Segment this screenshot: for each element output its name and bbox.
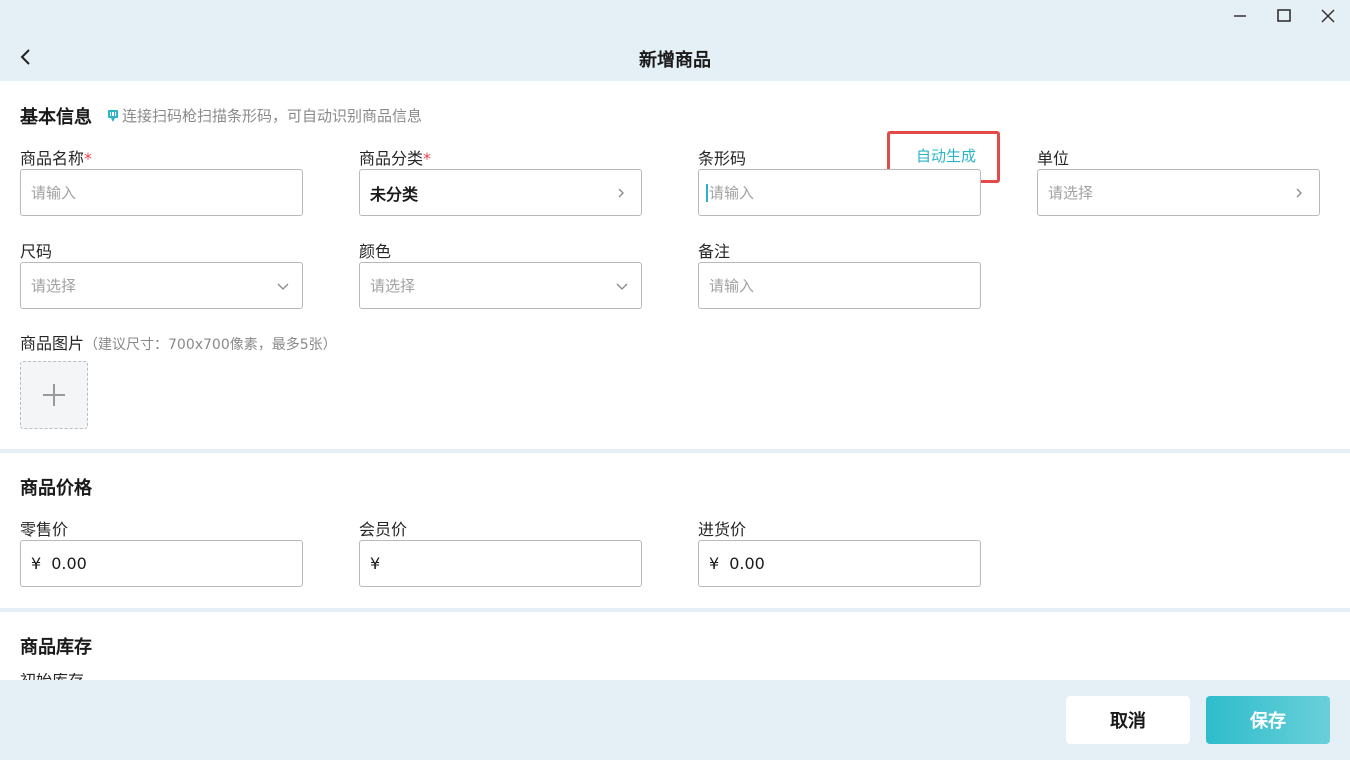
- chevron-down-icon: [277, 283, 289, 290]
- images-hint: （建议尺寸：700x700像素，最多5张）: [84, 337, 337, 353]
- category-value: 未分类: [370, 184, 419, 204]
- initial-stock-label: 初始库存: [20, 673, 84, 680]
- member-price-label: 会员价: [359, 520, 408, 539]
- add-image-button[interactable]: [20, 361, 88, 429]
- size-label: 尺码: [20, 242, 53, 261]
- stock-section: 商品库存 初始库存: [0, 612, 1350, 680]
- page-title: 新增商品: [639, 50, 711, 71]
- currency-symbol: ¥: [370, 554, 381, 573]
- basic-info-title: 基本信息: [20, 107, 92, 128]
- retail-price-label: 零售价: [20, 520, 69, 539]
- images-label: 商品图片（建议尺寸：700x700像素，最多5张）: [20, 330, 337, 354]
- stock-title: 商品库存: [20, 637, 92, 658]
- name-label: 商品名称*: [20, 145, 92, 169]
- chevron-right-icon: [1296, 188, 1302, 198]
- price-title: 商品价格: [20, 478, 92, 499]
- purchase-price-input[interactable]: ¥ 0.00: [698, 540, 981, 587]
- scan-hint-text: 连接扫码枪扫描条形码，可自动识别商品信息: [122, 107, 423, 125]
- scanner-icon: [106, 109, 120, 123]
- title-bar: 新增商品: [0, 0, 1350, 81]
- plus-icon: [43, 384, 65, 406]
- images-label-text: 商品图片: [20, 334, 85, 353]
- text-cursor: [706, 183, 708, 202]
- name-label-text: 商品名称: [20, 149, 85, 168]
- remark-input[interactable]: 请输入: [698, 262, 981, 309]
- color-label: 颜色: [359, 242, 392, 261]
- required-mark: *: [423, 149, 432, 168]
- barcode-placeholder: 请输入: [709, 184, 755, 202]
- currency-symbol: ¥: [709, 554, 720, 573]
- chevron-right-icon: [618, 188, 624, 198]
- barcode-input[interactable]: 请输入: [698, 169, 981, 216]
- unit-placeholder: 请选择: [1048, 184, 1094, 202]
- unit-label: 单位: [1037, 149, 1070, 168]
- category-label: 商品分类*: [359, 145, 431, 169]
- member-price-input[interactable]: ¥: [359, 540, 642, 587]
- cancel-button[interactable]: 取消: [1066, 696, 1190, 744]
- category-select[interactable]: 未分类: [359, 169, 642, 216]
- form-content[interactable]: 基本信息 连接扫码枪扫描条形码，可自动识别商品信息 商品名称* 商品分类* 条形…: [0, 81, 1350, 680]
- purchase-price-value: 0.00: [729, 554, 765, 573]
- unit-select[interactable]: 请选择: [1037, 169, 1320, 216]
- barcode-label: 条形码: [698, 149, 747, 168]
- remark-placeholder: 请输入: [709, 277, 755, 295]
- close-icon[interactable]: [1316, 4, 1340, 28]
- size-select[interactable]: 请选择: [20, 262, 303, 309]
- required-mark: *: [84, 149, 93, 168]
- auto-generate-link[interactable]: 自动生成: [916, 145, 976, 166]
- color-select[interactable]: 请选择: [359, 262, 642, 309]
- retail-price-value: 0.00: [51, 554, 87, 573]
- color-placeholder: 请选择: [370, 277, 416, 295]
- save-button[interactable]: 保存: [1206, 696, 1330, 744]
- remark-label: 备注: [698, 242, 731, 261]
- currency-symbol: ¥: [31, 554, 42, 573]
- chevron-down-icon: [616, 283, 628, 290]
- category-label-text: 商品分类: [359, 149, 424, 168]
- purchase-price-label: 进货价: [698, 520, 747, 539]
- basic-info-section: 基本信息 连接扫码枪扫描条形码，可自动识别商品信息 商品名称* 商品分类* 条形…: [0, 81, 1350, 449]
- minimize-icon[interactable]: [1228, 4, 1252, 28]
- size-placeholder: 请选择: [31, 277, 77, 295]
- footer-bar: 取消 保存: [0, 680, 1350, 760]
- name-input[interactable]: 请输入: [20, 169, 303, 216]
- price-section: 商品价格 零售价 会员价 进货价 ¥ 0.00 ¥ ¥ 0.00: [0, 453, 1350, 608]
- maximize-icon[interactable]: [1272, 4, 1296, 28]
- name-placeholder: 请输入: [31, 184, 77, 202]
- scan-hint: 连接扫码枪扫描条形码，可自动识别商品信息: [106, 105, 422, 126]
- retail-price-input[interactable]: ¥ 0.00: [20, 540, 303, 587]
